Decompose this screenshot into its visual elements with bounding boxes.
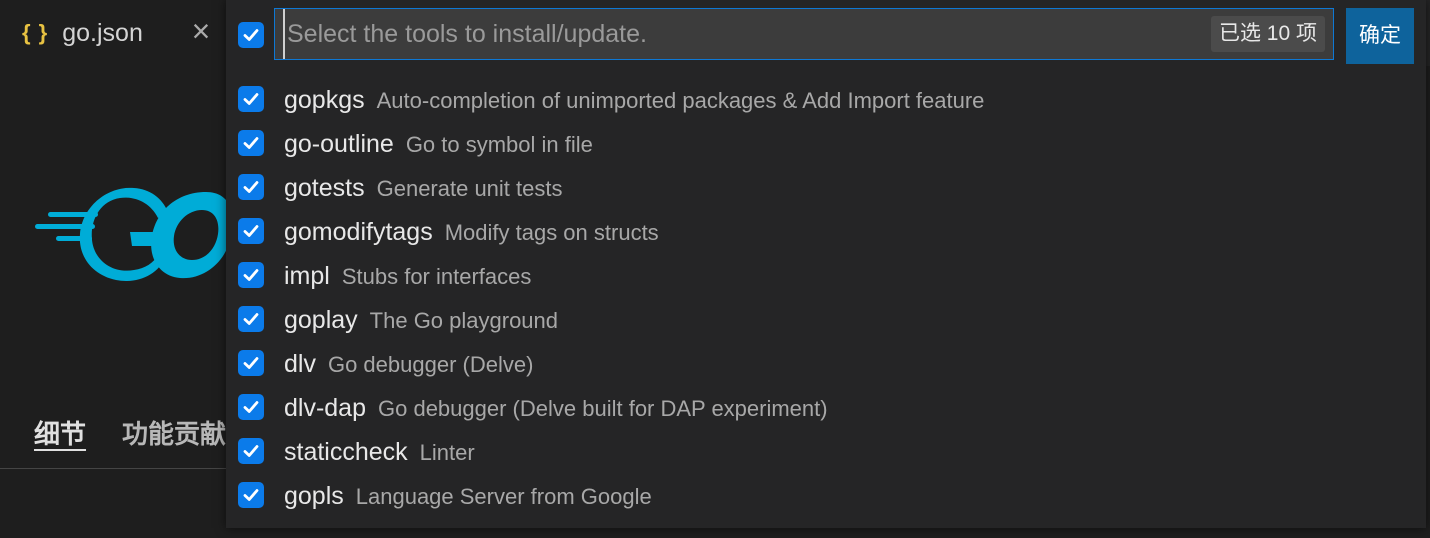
tool-checkbox[interactable] xyxy=(238,130,264,156)
tab-feature-contributions[interactable]: 功能贡献 xyxy=(122,414,228,451)
tool-checkbox[interactable] xyxy=(238,306,264,332)
tool-list-item[interactable]: gomodifytags Modify tags on structs xyxy=(226,210,1426,254)
close-icon[interactable]: × xyxy=(186,15,216,47)
tool-name: gotests xyxy=(284,174,365,202)
tool-label-group: go-outline Go to symbol in file xyxy=(284,130,593,159)
quick-pick-widget: 已选 10 项 确定 gopkgs Auto-completion of unim… xyxy=(226,0,1426,528)
tool-label-group: gotests Generate unit tests xyxy=(284,174,563,203)
tool-checkbox[interactable] xyxy=(238,482,264,508)
quick-pick-header: 已选 10 项 确定 xyxy=(226,0,1426,70)
editor-tab-go-json[interactable]: { } go.json × xyxy=(0,0,230,66)
tool-list-item[interactable]: staticcheck Linter xyxy=(226,430,1426,474)
tool-list-item[interactable]: goplay The Go playground xyxy=(226,298,1426,342)
tool-list: gopkgs Auto-completion of unimported pack… xyxy=(226,78,1426,518)
tool-list-item[interactable]: dlv Go debugger (Delve) xyxy=(226,342,1426,386)
tool-checkbox[interactable] xyxy=(238,218,264,244)
checkmark-icon xyxy=(243,181,259,193)
tool-label-group: staticcheck Linter xyxy=(284,438,475,467)
tool-filter-input[interactable] xyxy=(283,9,1203,59)
tool-description: Generate unit tests xyxy=(376,176,563,201)
tool-name: dlv-dap xyxy=(284,394,366,422)
tool-description: Auto-completion of unimported packages &… xyxy=(376,88,985,113)
tool-description: Go debugger (Delve built for DAP experim… xyxy=(378,396,828,421)
tool-name: staticcheck xyxy=(284,438,408,466)
tab-details[interactable]: 细节 xyxy=(34,414,86,451)
tool-name: dlv xyxy=(284,350,316,378)
tool-checkbox[interactable] xyxy=(238,262,264,288)
ok-button[interactable]: 确定 xyxy=(1346,8,1414,64)
tool-name: goplay xyxy=(284,306,358,334)
checkmark-icon xyxy=(243,29,259,41)
selected-count-badge: 已选 10 项 xyxy=(1210,16,1325,52)
tool-description: The Go playground xyxy=(369,308,559,333)
tool-name: impl xyxy=(284,262,330,290)
tool-description: Stubs for interfaces xyxy=(341,264,532,289)
tool-description: Go to symbol in file xyxy=(405,132,593,157)
checkmark-icon xyxy=(243,445,259,457)
tool-list-item[interactable]: dlv-dap Go debugger (Delve built for DAP … xyxy=(226,386,1426,430)
tool-list-item[interactable]: go-outline Go to symbol in file xyxy=(226,122,1426,166)
tool-label-group: impl Stubs for interfaces xyxy=(284,262,531,291)
tool-label-group: dlv Go debugger (Delve) xyxy=(284,350,533,379)
tool-label-group: gopkgs Auto-completion of unimported pack… xyxy=(284,86,984,115)
tool-list-item[interactable]: impl Stubs for interfaces xyxy=(226,254,1426,298)
tool-list-item[interactable]: gopkgs Auto-completion of unimported pack… xyxy=(226,78,1426,122)
checkmark-icon xyxy=(243,313,259,325)
tool-name: go-outline xyxy=(284,130,394,158)
tool-list-item[interactable]: gopls Language Server from Google xyxy=(226,474,1426,518)
tool-checkbox[interactable] xyxy=(238,394,264,420)
checkmark-icon xyxy=(243,489,259,501)
tool-label-group: dlv-dap Go debugger (Delve built for DAP … xyxy=(284,394,828,423)
tool-checkbox[interactable] xyxy=(238,174,264,200)
tool-description: Go debugger (Delve) xyxy=(327,352,534,377)
checkmark-icon xyxy=(243,225,259,237)
checkmark-icon xyxy=(243,269,259,281)
checkmark-icon xyxy=(243,401,259,413)
checkmark-icon xyxy=(243,357,259,369)
tool-name: gopls xyxy=(284,482,344,510)
tool-label-group: gopls Language Server from Google xyxy=(284,482,652,511)
tab-label: go.json xyxy=(62,18,143,47)
select-all-checkbox[interactable] xyxy=(238,22,264,48)
json-file-icon: { } xyxy=(22,20,49,45)
tool-description: Modify tags on structs xyxy=(444,220,659,245)
tool-list-item[interactable]: gotests Generate unit tests xyxy=(226,166,1426,210)
tool-name: gopkgs xyxy=(284,86,365,114)
checkmark-icon xyxy=(243,93,259,105)
checkmark-icon xyxy=(243,137,259,149)
go-logo xyxy=(35,187,230,281)
tool-name: gomodifytags xyxy=(284,218,433,246)
tool-checkbox[interactable] xyxy=(238,438,264,464)
tool-label-group: goplay The Go playground xyxy=(284,306,558,335)
tool-checkbox[interactable] xyxy=(238,350,264,376)
tool-label-group: gomodifytags Modify tags on structs xyxy=(284,218,659,247)
tool-checkbox[interactable] xyxy=(238,86,264,112)
quick-pick-input-box: 已选 10 项 xyxy=(274,8,1334,60)
tool-description: Linter xyxy=(419,440,475,465)
tab-divider xyxy=(0,468,230,469)
tool-description: Language Server from Google xyxy=(355,484,652,509)
